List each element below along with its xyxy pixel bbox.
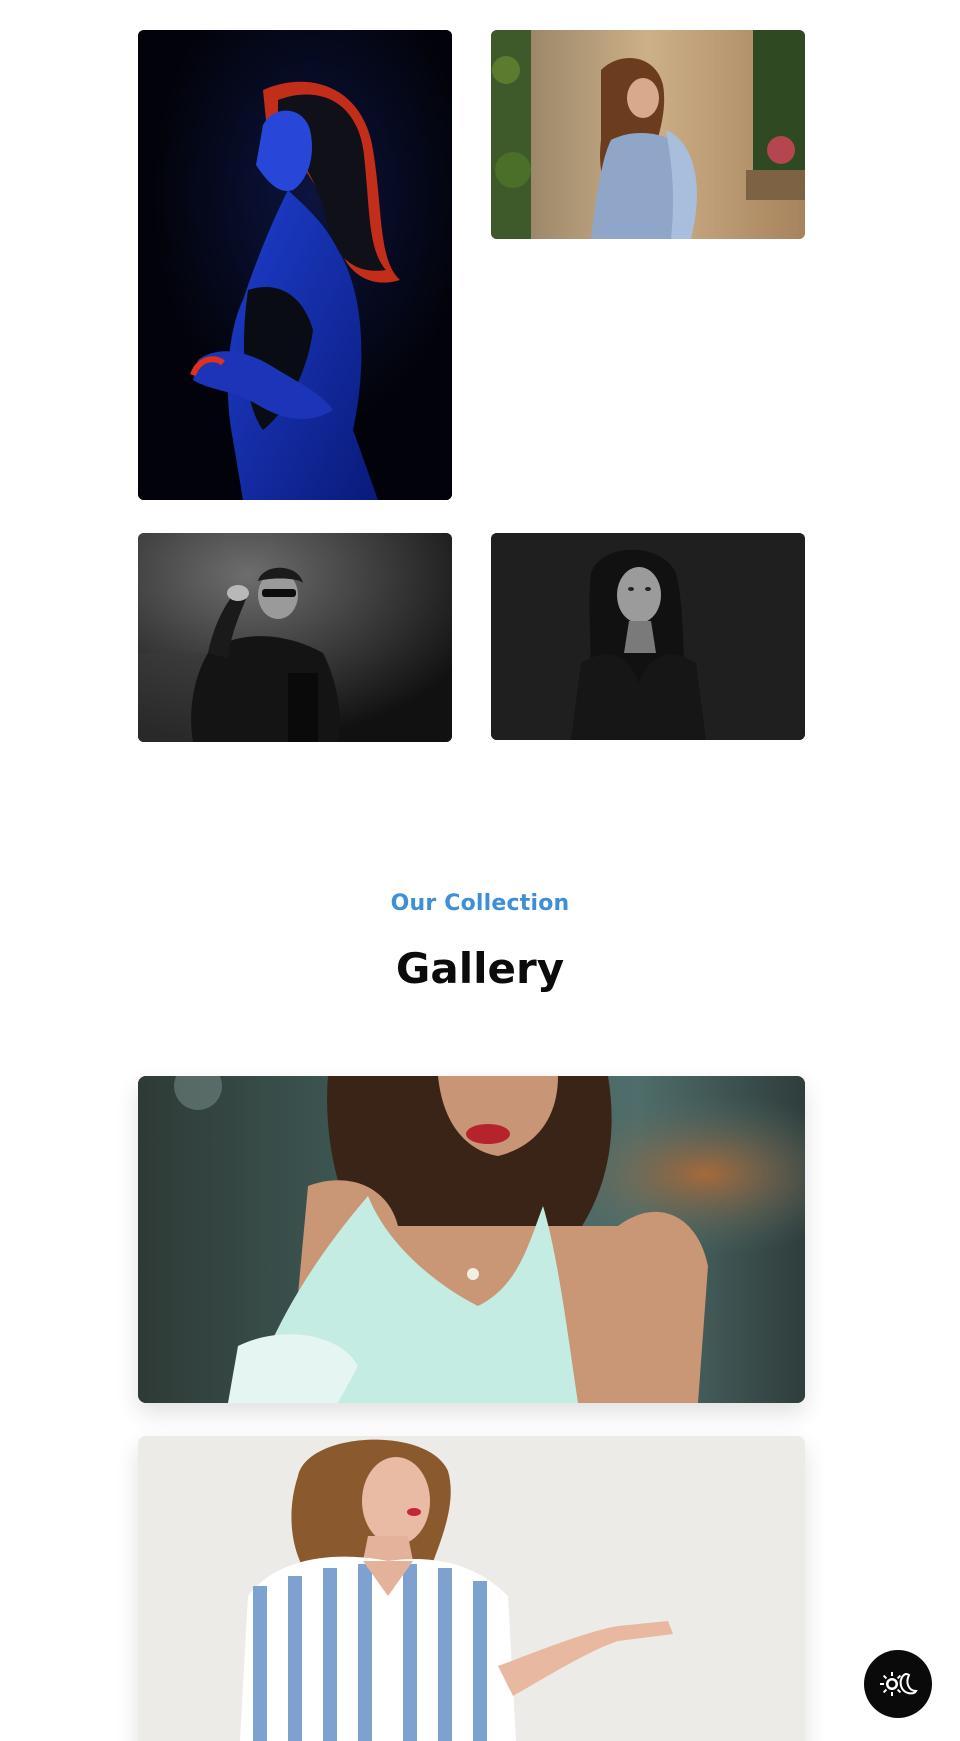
- photo-woman-neon-portrait[interactable]: [138, 30, 452, 500]
- photo-woman-blue-saree[interactable]: [491, 30, 805, 239]
- photo-woman-blue-saree-image: [491, 30, 805, 239]
- gallery-title: Gallery: [395, 944, 565, 993]
- section-eyebrow: Our Collection: [390, 891, 570, 916]
- page: Our Collection Gallery: [0, 0, 960, 1741]
- photo-woman-dark-portrait-image: [491, 533, 805, 740]
- photo-man-black-white-image: [138, 533, 452, 742]
- photo-man-black-white[interactable]: [138, 533, 452, 742]
- photo-woman-dark-portrait[interactable]: [491, 533, 805, 740]
- gallery-item-woman-mint-top[interactable]: [138, 1076, 805, 1403]
- gallery-item-woman-striped-shirt[interactable]: [138, 1436, 805, 1741]
- theme-toggle-button[interactable]: [864, 1650, 932, 1718]
- photo-woman-neon-portrait-image: [138, 30, 452, 500]
- gallery-item-woman-striped-shirt-image: [138, 1436, 805, 1741]
- sun-moon-icon: [880, 1672, 918, 1696]
- gallery-item-woman-mint-top-image: [138, 1076, 805, 1403]
